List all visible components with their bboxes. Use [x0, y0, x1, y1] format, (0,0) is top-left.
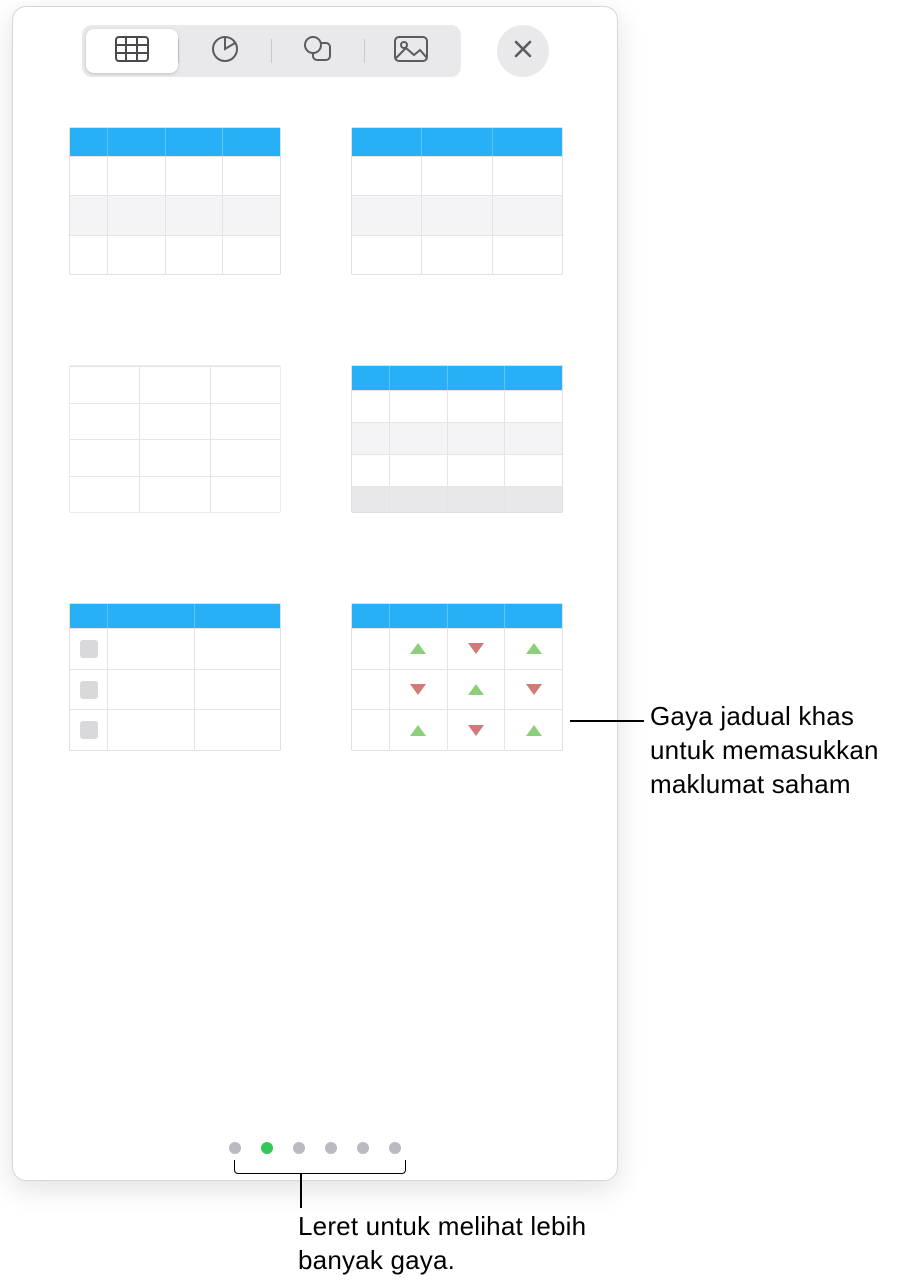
close-icon: [513, 39, 533, 64]
tab-shape[interactable]: [272, 29, 364, 73]
page-dot-active[interactable]: [261, 1142, 273, 1154]
table-style-thumb[interactable]: [351, 127, 563, 275]
toolbar: [13, 7, 617, 91]
page-dot[interactable]: [293, 1142, 305, 1154]
chart-pie-icon: [210, 34, 240, 69]
table-style-thumb[interactable]: [69, 127, 281, 275]
page-dot[interactable]: [357, 1142, 369, 1154]
shape-icon: [303, 35, 333, 68]
category-segmented-control: [82, 25, 461, 77]
table-style-thumb[interactable]: [69, 603, 281, 751]
style-grid[interactable]: [13, 91, 617, 1136]
callout-bracket: [234, 1160, 406, 1174]
table-style-thumb[interactable]: [69, 365, 281, 513]
callout-bracket-stem: [300, 1174, 302, 1208]
page-dot[interactable]: [325, 1142, 337, 1154]
table-style-stock[interactable]: [351, 603, 563, 751]
media-icon: [394, 36, 428, 67]
table-style-thumb[interactable]: [351, 365, 563, 513]
tab-chart[interactable]: [179, 29, 271, 73]
tab-media[interactable]: [365, 29, 457, 73]
close-button[interactable]: [497, 25, 549, 77]
callout-leader-line: [570, 720, 644, 722]
page-dot[interactable]: [389, 1142, 401, 1154]
callout-stock-style: Gaya jadual khas untuk memasukkan maklum…: [650, 700, 920, 801]
tab-table[interactable]: [86, 29, 178, 73]
page-dot[interactable]: [229, 1142, 241, 1154]
table-styles-popover: [12, 6, 618, 1181]
table-icon: [115, 36, 149, 67]
callout-swipe: Leret untuk melihat lebih banyak gaya.: [298, 1210, 638, 1278]
